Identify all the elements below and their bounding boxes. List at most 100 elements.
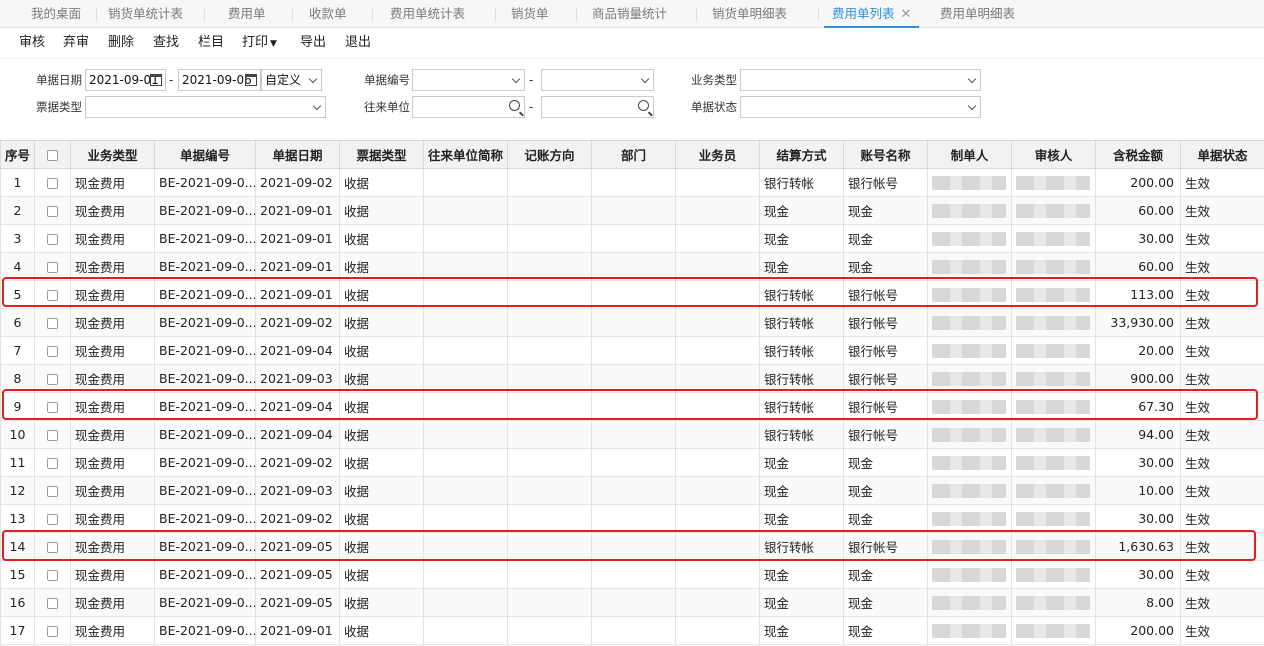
table-row[interactable]: 10 现金费用 BE-2021-09-0... 2021-09-04 收据 银行转帐 银行帐… xyxy=(0,420,1264,449)
row-checkbox-cell[interactable] xyxy=(34,532,71,561)
biztype-select[interactable] xyxy=(740,69,981,91)
tab-sales-stats[interactable]: 销货单统计表 xyxy=(108,0,183,28)
table-row[interactable]: 1 现金费用 BE-2021-09-0... 2021-09-02 收据 银行转帐 银行帐号… xyxy=(0,168,1264,197)
billno-to-select[interactable] xyxy=(541,69,654,91)
row-checkbox-cell[interactable] xyxy=(34,336,71,365)
export-button[interactable]: 导出 xyxy=(300,34,326,52)
partner-from-field[interactable] xyxy=(412,96,525,118)
table-row[interactable]: 3 现金费用 BE-2021-09-0... 2021-09-01 收据 现金 现金 30.0… xyxy=(0,224,1264,253)
date-from-field[interactable]: 2021-09-01 xyxy=(85,69,166,91)
row-checkbox[interactable] xyxy=(47,514,58,525)
column-header[interactable]: 账号名称 xyxy=(843,140,928,169)
row-checkbox[interactable] xyxy=(47,206,58,217)
status-select[interactable] xyxy=(740,96,981,118)
column-header[interactable]: 记账方向 xyxy=(507,140,592,169)
table-row[interactable]: 7 现金费用 BE-2021-09-0... 2021-09-04 收据 银行转帐 银行帐号… xyxy=(0,336,1264,365)
table-row[interactable]: 6 现金费用 BE-2021-09-0... 2021-09-02 收据 银行转帐 银行帐号… xyxy=(0,308,1264,337)
select-all-checkbox[interactable] xyxy=(47,150,58,161)
row-checkbox-cell[interactable] xyxy=(34,392,71,421)
row-checkbox-cell[interactable] xyxy=(34,504,71,533)
table-row[interactable]: 14 现金费用 BE-2021-09-0... 2021-09-05 收据 银行转帐 银行帐… xyxy=(0,532,1264,561)
row-checkbox[interactable] xyxy=(47,178,58,189)
row-checkbox[interactable] xyxy=(47,402,58,413)
row-checkbox-cell[interactable] xyxy=(34,420,71,449)
date-range-select[interactable]: 自定义 xyxy=(261,69,322,91)
tab-expense-list[interactable]: 费用单列表 ✕ xyxy=(824,0,920,28)
bill-number-cell[interactable]: BE-2021-09-0... xyxy=(154,420,256,449)
exit-button[interactable]: 退出 xyxy=(345,34,371,52)
row-checkbox-cell[interactable] xyxy=(34,448,71,477)
select-all-checkbox-header[interactable] xyxy=(34,140,71,169)
partner-to-field[interactable] xyxy=(541,96,654,118)
column-header[interactable]: 单据状态 xyxy=(1180,140,1264,169)
search-icon[interactable] xyxy=(509,100,520,111)
bill-number-cell[interactable]: BE-2021-09-0... xyxy=(154,224,256,253)
row-checkbox[interactable] xyxy=(47,262,58,273)
row-checkbox-cell[interactable] xyxy=(34,476,71,505)
column-header[interactable]: 制单人 xyxy=(927,140,1012,169)
bill-number-cell[interactable]: BE-2021-09-0... xyxy=(154,448,256,477)
table-row[interactable]: 13 现金费用 BE-2021-09-0... 2021-09-02 收据 现金 现金 30.… xyxy=(0,504,1264,533)
tab-receipt[interactable]: 收款单 xyxy=(309,0,347,28)
table-row[interactable]: 17 现金费用 BE-2021-09-0... 2021-09-01 收据 现金 现金 200… xyxy=(0,616,1264,645)
row-checkbox[interactable] xyxy=(47,430,58,441)
table-row[interactable]: 5 现金费用 BE-2021-09-0... 2021-09-01 收据 银行转帐 银行帐号… xyxy=(0,280,1264,309)
invoicetype-select[interactable] xyxy=(85,96,326,118)
column-header[interactable]: 业务类型 xyxy=(70,140,155,169)
row-checkbox[interactable] xyxy=(47,318,58,329)
unaudit-button[interactable]: 弃审 xyxy=(63,34,89,52)
calendar-icon[interactable] xyxy=(150,74,162,86)
close-icon[interactable]: ✕ xyxy=(901,7,912,22)
billno-from-select[interactable] xyxy=(412,69,525,91)
column-header[interactable]: 单据日期 xyxy=(255,140,340,169)
table-row[interactable]: 2 现金费用 BE-2021-09-0... 2021-09-01 收据 现金 现金 60.0… xyxy=(0,196,1264,225)
row-checkbox[interactable] xyxy=(47,234,58,245)
row-checkbox-cell[interactable] xyxy=(34,224,71,253)
tab-expense[interactable]: 费用单 xyxy=(228,0,266,28)
row-checkbox-cell[interactable] xyxy=(34,168,71,197)
bill-number-cell[interactable]: BE-2021-09-0... xyxy=(154,308,256,337)
column-header[interactable]: 往来单位简称 xyxy=(423,140,508,169)
bill-number-cell[interactable]: BE-2021-09-0... xyxy=(154,364,256,393)
column-header[interactable]: 单据编号 xyxy=(154,140,256,169)
row-checkbox-cell[interactable] xyxy=(34,280,71,309)
row-checkbox-cell[interactable] xyxy=(34,196,71,225)
date-to-field[interactable]: 2021-09-06 xyxy=(178,69,261,91)
row-checkbox[interactable] xyxy=(47,626,58,637)
table-row[interactable]: 16 现金费用 BE-2021-09-0... 2021-09-05 收据 现金 现金 8.0… xyxy=(0,588,1264,617)
row-checkbox-cell[interactable] xyxy=(34,252,71,281)
row-checkbox[interactable] xyxy=(47,542,58,553)
row-checkbox[interactable] xyxy=(47,486,58,497)
column-header[interactable]: 结算方式 xyxy=(759,140,844,169)
bill-number-cell[interactable]: BE-2021-09-0... xyxy=(154,196,256,225)
row-checkbox-cell[interactable] xyxy=(34,560,71,589)
tab-my-desktop[interactable]: 我的桌面 xyxy=(31,0,81,28)
column-header[interactable]: 业务员 xyxy=(675,140,760,169)
row-checkbox-cell[interactable] xyxy=(34,308,71,337)
bill-number-cell[interactable]: BE-2021-09-0... xyxy=(154,504,256,533)
bill-number-cell[interactable]: BE-2021-09-0... xyxy=(154,280,256,309)
table-row[interactable]: 15 现金费用 BE-2021-09-0... 2021-09-05 收据 现金 现金 30.… xyxy=(0,560,1264,589)
table-row[interactable]: 11 现金费用 BE-2021-09-0... 2021-09-02 收据 现金 现金 30.… xyxy=(0,448,1264,477)
tab-product-sales[interactable]: 商品销量统计 xyxy=(592,0,667,28)
bill-number-cell[interactable]: BE-2021-09-0... xyxy=(154,588,256,617)
row-checkbox[interactable] xyxy=(47,374,58,385)
search-icon[interactable] xyxy=(638,100,649,111)
tab-expense-detail[interactable]: 费用单明细表 xyxy=(940,0,1015,28)
table-row[interactable]: 8 现金费用 BE-2021-09-0... 2021-09-03 收据 银行转帐 银行帐号… xyxy=(0,364,1264,393)
row-checkbox-cell[interactable] xyxy=(34,616,71,645)
column-header[interactable]: 序号 xyxy=(0,140,35,169)
delete-button[interactable]: 删除 xyxy=(108,34,134,52)
bill-number-cell[interactable]: BE-2021-09-0... xyxy=(154,252,256,281)
column-header[interactable]: 审核人 xyxy=(1011,140,1096,169)
calendar-icon[interactable] xyxy=(245,74,257,86)
bill-number-cell[interactable]: BE-2021-09-0... xyxy=(154,168,256,197)
row-checkbox[interactable] xyxy=(47,570,58,581)
bill-number-cell[interactable]: BE-2021-09-0... xyxy=(154,336,256,365)
tab-expense-stats[interactable]: 费用单统计表 xyxy=(390,0,465,28)
bill-number-cell[interactable]: BE-2021-09-0... xyxy=(154,532,256,561)
bill-number-cell[interactable]: BE-2021-09-0... xyxy=(154,616,256,645)
find-button[interactable]: 查找 xyxy=(153,34,179,52)
bill-number-cell[interactable]: BE-2021-09-0... xyxy=(154,560,256,589)
table-row[interactable]: 9 现金费用 BE-2021-09-0... 2021-09-04 收据 银行转帐 银行帐号… xyxy=(0,392,1264,421)
